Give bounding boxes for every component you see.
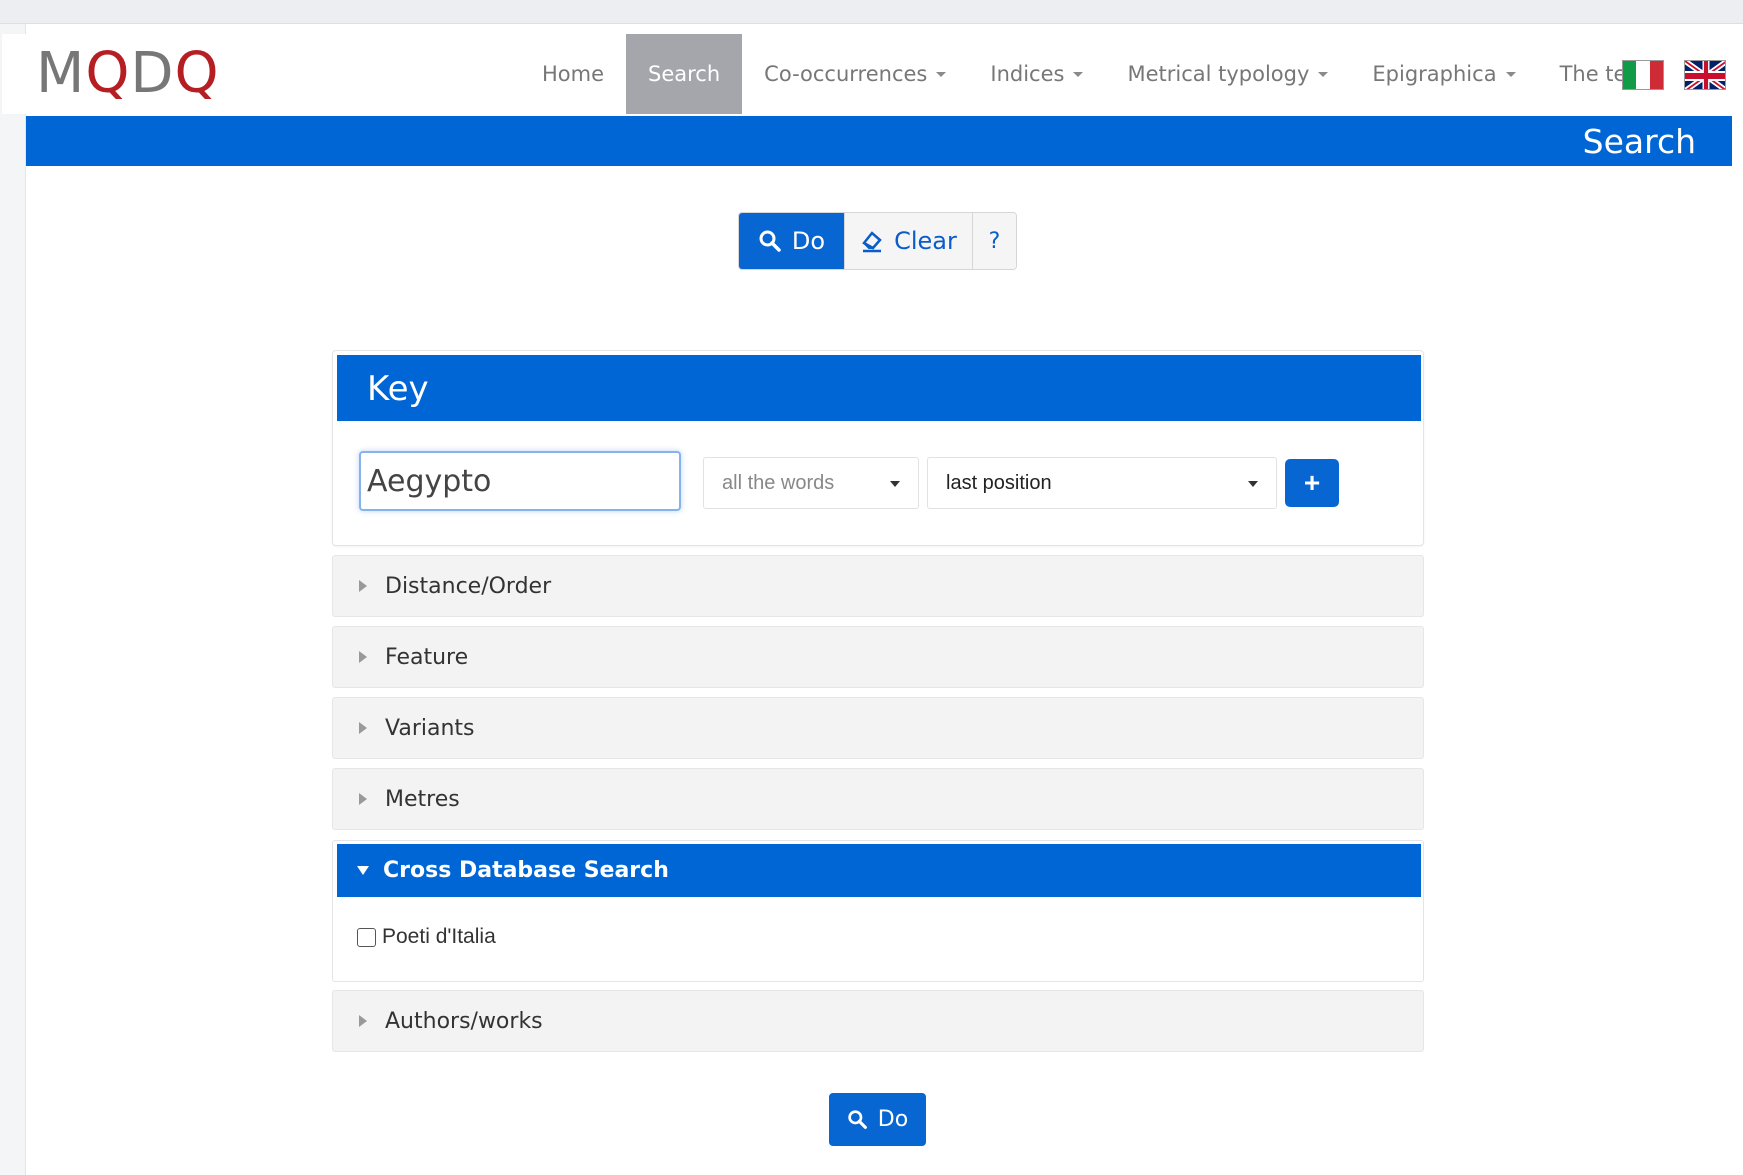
section-label: Variants xyxy=(385,715,475,741)
brand-logo[interactable]: MQDQ xyxy=(36,46,220,102)
key-panel-title: Key xyxy=(367,369,429,409)
caret-down-icon xyxy=(1318,71,1329,77)
italian-flag-icon[interactable] xyxy=(1622,60,1664,90)
window-left-edge xyxy=(0,24,26,1175)
nav-metrical-typology[interactable]: Metrical typology xyxy=(1105,34,1350,114)
caret-down-icon xyxy=(1073,71,1084,77)
help-button[interactable]: ? xyxy=(972,213,1016,269)
nav-menu: Home Search Co-occurrences Indices Metri… xyxy=(520,34,1682,114)
search-toolbar: Do Clear ? xyxy=(738,212,1017,270)
caret-down-icon xyxy=(1505,71,1516,77)
nav-label: Co-occurrences xyxy=(764,62,928,86)
nav-home[interactable]: Home xyxy=(520,34,626,114)
navbar: MQDQ Home Search Co-occurrences Indices … xyxy=(2,34,1743,114)
section-variants[interactable]: Variants xyxy=(332,697,1424,759)
triangle-right-icon xyxy=(359,793,367,805)
language-switcher xyxy=(1622,60,1726,90)
caret-down-icon xyxy=(1248,481,1258,487)
section-distance-order[interactable]: Distance/Order xyxy=(332,555,1424,617)
poeti-italia-option: Poeti d'Italia xyxy=(357,925,496,949)
plus-icon: + xyxy=(1303,467,1321,498)
nav-label: Indices xyxy=(990,62,1065,86)
do-button-bottom[interactable]: Do xyxy=(829,1093,926,1146)
section-label: Distance/Order xyxy=(385,573,552,599)
section-feature[interactable]: Feature xyxy=(332,626,1424,688)
word-mode-select[interactable]: all the words xyxy=(703,457,919,509)
nav-label: Epigraphica xyxy=(1372,62,1497,86)
triangle-right-icon xyxy=(359,722,367,734)
triangle-right-icon xyxy=(359,580,367,592)
key-search-input[interactable] xyxy=(359,451,681,511)
triangle-right-icon xyxy=(359,651,367,663)
caret-down-icon xyxy=(890,481,900,487)
section-label: Metres xyxy=(385,786,460,812)
triangle-down-icon xyxy=(357,866,369,875)
search-icon xyxy=(759,230,781,252)
page-title: Search xyxy=(1582,122,1696,161)
page-header-bar: Search xyxy=(26,116,1732,166)
do-button[interactable]: Do xyxy=(739,213,844,269)
nav-label: Home xyxy=(542,62,605,86)
checkbox-label[interactable]: Poeti d'Italia xyxy=(382,925,496,949)
nav-epigraphica[interactable]: Epigraphica xyxy=(1350,34,1537,114)
nav-label: Metrical typology xyxy=(1127,62,1310,86)
clear-label: Clear xyxy=(894,227,957,255)
key-panel: Key all the words last position + xyxy=(332,350,1424,546)
poeti-italia-checkbox[interactable] xyxy=(357,927,376,947)
nav-search[interactable]: Search xyxy=(626,34,743,114)
section-label: Feature xyxy=(385,644,469,670)
help-label: ? xyxy=(988,228,1001,254)
brand-letter: Q xyxy=(174,41,220,106)
add-key-button[interactable]: + xyxy=(1285,459,1339,507)
section-authors-works[interactable]: Authors/works xyxy=(332,990,1424,1052)
uk-flag-icon[interactable] xyxy=(1684,60,1726,90)
section-label: Cross Database Search xyxy=(383,858,669,883)
eraser-icon xyxy=(862,231,882,253)
nav-indices[interactable]: Indices xyxy=(968,34,1105,114)
caret-down-icon xyxy=(936,71,947,77)
section-label: Authors/works xyxy=(385,1008,543,1034)
search-icon xyxy=(848,1110,867,1129)
key-panel-header: Key xyxy=(337,355,1421,421)
section-metres[interactable]: Metres xyxy=(332,768,1424,830)
clear-button[interactable]: Clear xyxy=(844,213,972,269)
cross-database-panel: Cross Database Search Poeti d'Italia xyxy=(332,840,1424,982)
section-cross-database-search[interactable]: Cross Database Search xyxy=(337,844,1421,897)
word-mode-value: all the words xyxy=(722,471,835,494)
brand-letter: D xyxy=(130,41,175,106)
browser-top-strip xyxy=(0,0,1743,24)
triangle-right-icon xyxy=(359,1015,367,1027)
brand-letter: Q xyxy=(85,41,131,106)
nav-label: Search xyxy=(648,62,721,86)
do-label: Do xyxy=(791,227,826,255)
position-select[interactable]: last position xyxy=(927,457,1277,509)
nav-co-occurrences[interactable]: Co-occurrences xyxy=(742,34,968,114)
do-label: Do xyxy=(877,1107,909,1132)
brand-letter: M xyxy=(36,41,86,106)
position-value: last position xyxy=(946,471,1052,494)
